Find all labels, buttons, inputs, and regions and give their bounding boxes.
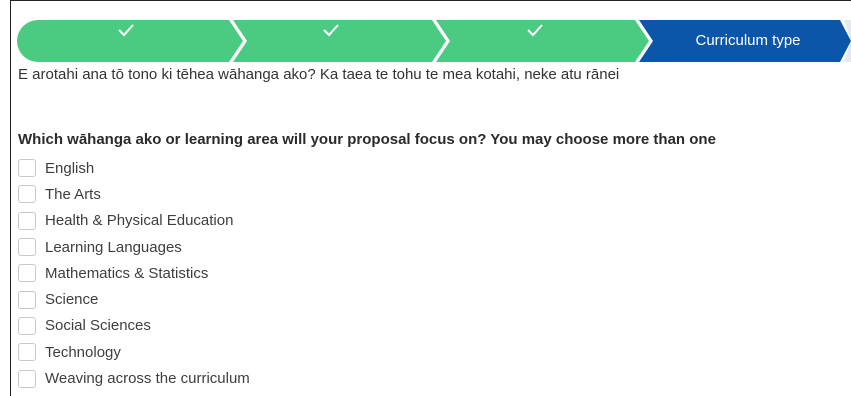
checkbox[interactable]: [18, 343, 36, 362]
option-label: The Arts: [45, 185, 101, 203]
option-label: Social Sciences: [45, 317, 151, 335]
checkbox[interactable]: [18, 211, 36, 230]
option-weaving-across-curriculum[interactable]: Weaving across the curriculum: [18, 365, 250, 391]
question-english: Which wāhanga ako or learning area will …: [18, 131, 716, 148]
option-label: Health & Physical Education: [45, 212, 234, 230]
check-icon: [323, 24, 339, 37]
option-label: Learning Languages: [45, 238, 182, 256]
check-icon: [118, 24, 134, 37]
option-learning-languages[interactable]: Learning Languages: [18, 234, 250, 260]
option-label: Weaving across the curriculum: [45, 370, 250, 388]
checkbox[interactable]: [18, 238, 36, 257]
option-english[interactable]: English: [18, 155, 250, 181]
option-technology[interactable]: Technology: [18, 339, 250, 365]
learning-area-checkbox-group: English The Arts Health & Physical Educa…: [18, 155, 250, 392]
option-label: English: [45, 159, 95, 177]
option-health-physical-education[interactable]: Health & Physical Education: [18, 208, 250, 234]
option-label: Mathematics & Statistics: [45, 264, 209, 282]
step-current-label: Curriculum type: [695, 32, 801, 49]
option-label: Science: [45, 291, 99, 309]
option-label: Technology: [45, 343, 121, 361]
checkbox[interactable]: [18, 264, 36, 283]
checkbox[interactable]: [18, 290, 36, 309]
checkbox[interactable]: [18, 369, 36, 388]
checkbox[interactable]: [18, 316, 36, 335]
option-the-arts[interactable]: The Arts: [18, 181, 250, 207]
option-social-sciences[interactable]: Social Sciences: [18, 313, 250, 339]
check-icon: [527, 24, 543, 37]
option-science[interactable]: Science: [18, 286, 250, 312]
question-maori: E arotahi ana tō tono ki tēhea wāhanga a…: [18, 66, 620, 83]
option-mathematics-statistics[interactable]: Mathematics & Statistics: [18, 260, 250, 286]
checkbox[interactable]: [18, 159, 36, 178]
checkbox[interactable]: [18, 185, 36, 204]
progress-path: Curriculum type: [17, 20, 851, 62]
